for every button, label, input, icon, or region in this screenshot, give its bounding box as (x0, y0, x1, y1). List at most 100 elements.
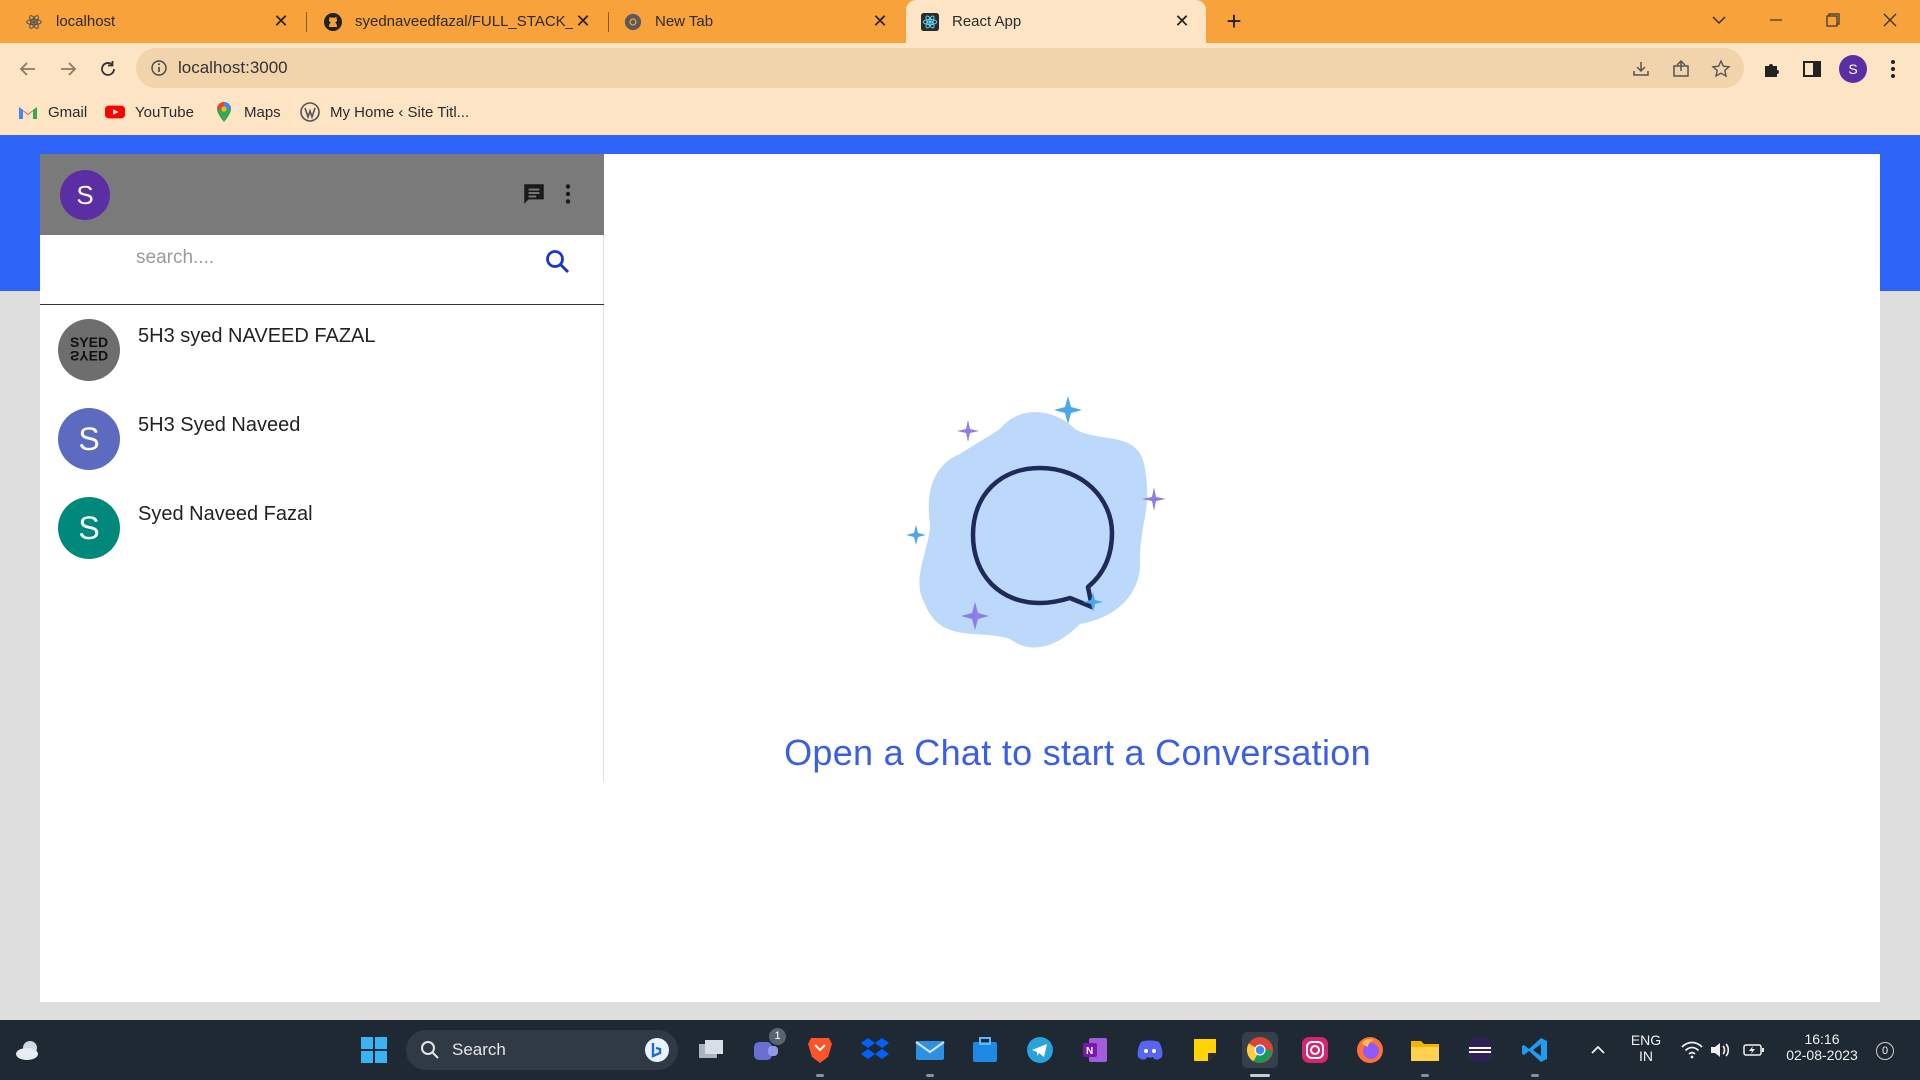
chat-list-item[interactable]: S Syed Naveed Fazal (40, 483, 604, 571)
extensions-puzzle-icon[interactable] (1760, 57, 1784, 81)
running-indicator (926, 1074, 934, 1077)
back-button[interactable] (12, 53, 44, 85)
sidebar-header: S (40, 154, 604, 235)
new-chat-icon[interactable] (520, 180, 548, 208)
bing-icon[interactable] (644, 1037, 670, 1068)
telegram-icon[interactable] (1022, 1032, 1058, 1068)
sticky-notes-icon[interactable] (1187, 1032, 1223, 1068)
gmail-icon (18, 102, 38, 122)
search-icon[interactable] (544, 248, 572, 276)
search-input[interactable] (136, 241, 536, 275)
bookmark-youtube[interactable]: YouTube (105, 95, 194, 129)
tab-title: syednaveedfazal/FULL_STACK_CH (355, 13, 573, 30)
forward-button[interactable] (52, 53, 84, 85)
more-options-icon[interactable] (554, 180, 582, 208)
tab-localhost[interactable]: localhost ✕ (0, 0, 305, 43)
browser-menu-icon[interactable] (1881, 57, 1905, 81)
battery-icon[interactable] (1736, 1032, 1772, 1068)
windows-taskbar: Search 1 N ENG IN 16:16 02-08-2023 0 (0, 1020, 1920, 1080)
site-info-icon[interactable] (150, 59, 168, 82)
address-bar[interactable]: localhost:3000 (136, 48, 1744, 88)
minimize-button[interactable] (1751, 0, 1801, 40)
reload-button[interactable] (92, 53, 124, 85)
chat-bubble-illustration (906, 396, 1166, 648)
tab-react-app[interactable]: React App ✕ (906, 0, 1206, 43)
tab-github[interactable]: syednaveedfazal/FULL_STACK_CH ✕ (307, 0, 607, 43)
taskbar-search[interactable]: Search (406, 1030, 678, 1070)
show-hidden-icons-chevron-icon[interactable] (1580, 1032, 1616, 1068)
language-text: ENG (1630, 1032, 1662, 1048)
clock[interactable]: 16:16 02-08-2023 (1780, 1031, 1864, 1063)
install-icon[interactable] (1631, 59, 1651, 79)
svg-text:N: N (1086, 1046, 1093, 1057)
user-avatar[interactable]: S (60, 170, 110, 220)
contact-avatar: S (58, 497, 120, 559)
weather-widget-icon[interactable] (10, 1032, 46, 1068)
sidebar: S SYED SYED 5H3 syed NAVEED (40, 154, 604, 782)
brave-icon[interactable] (802, 1032, 838, 1068)
tab-close-icon[interactable]: ✕ (1172, 11, 1192, 32)
contact-avatar: SYED SYED (58, 319, 120, 381)
windows-start-icon[interactable] (356, 1032, 392, 1068)
onenote-icon[interactable]: N (1077, 1032, 1113, 1068)
eclipse-icon[interactable] (1462, 1032, 1498, 1068)
active-indicator (1250, 1074, 1270, 1077)
bookmark-gmail[interactable]: Gmail (18, 95, 87, 129)
chrome-icon (623, 12, 643, 32)
volume-icon[interactable] (1702, 1032, 1738, 1068)
chat-app: S SYED SYED 5H3 syed NAVEED (40, 154, 1880, 1002)
notification-center-badge[interactable]: 0 (1876, 1042, 1894, 1060)
address-text: localhost:3000 (178, 58, 288, 77)
react-icon (920, 12, 940, 32)
chat-list-item[interactable]: SYED SYED 5H3 syed NAVEED FAZAL (40, 305, 604, 393)
contact-name: 5H3 syed NAVEED FAZAL (138, 325, 376, 347)
bookmark-label: My Home ‹ Site Titl... (330, 103, 470, 121)
side-panel-icon[interactable] (1800, 57, 1824, 81)
bookmark-star-icon[interactable] (1711, 59, 1731, 79)
tab-new-tab[interactable]: New Tab ✕ (609, 0, 904, 43)
browser-toolbar: localhost:3000 S (0, 43, 1920, 95)
share-icon[interactable] (1671, 59, 1691, 79)
time-text: 16:16 (1804, 1031, 1840, 1047)
close-window-button[interactable] (1865, 0, 1915, 40)
bookmark-label: YouTube (135, 103, 194, 121)
bookmark-label: Gmail (48, 103, 88, 121)
avatar-text: SYED (69, 334, 109, 350)
language-indicator[interactable]: ENG IN (1628, 1032, 1664, 1064)
react-icon (24, 12, 44, 32)
tab-close-icon[interactable]: ✕ (271, 11, 291, 32)
search-icon (420, 1040, 440, 1065)
file-explorer-icon[interactable] (1407, 1032, 1443, 1068)
wordpress-icon (300, 102, 320, 122)
teams-badge: 1 (769, 1028, 786, 1045)
instagram-icon[interactable] (1297, 1032, 1333, 1068)
taskbar-search-label: Search (452, 1040, 506, 1059)
date-text: 02-08-2023 (1786, 1047, 1858, 1063)
empty-state-message: Open a Chat to start a Conversation (784, 732, 1371, 773)
bookmark-maps[interactable]: Maps (214, 95, 281, 129)
microsoft-store-icon[interactable] (967, 1032, 1003, 1068)
chat-list-item[interactable]: S 5H3 Syed Naveed (40, 394, 604, 482)
contact-avatar: S (58, 408, 120, 470)
tab-close-icon[interactable]: ✕ (870, 11, 890, 32)
tab-close-icon[interactable]: ✕ (573, 11, 593, 32)
profile-avatar[interactable]: S (1839, 55, 1867, 83)
bookmark-label: Maps (244, 103, 281, 121)
discord-icon[interactable] (1132, 1032, 1168, 1068)
tab-title: React App (952, 13, 1022, 30)
new-tab-button[interactable]: + (1219, 6, 1249, 36)
running-indicator (1531, 1074, 1539, 1077)
contact-name: Syed Naveed Fazal (138, 503, 313, 525)
teams-icon[interactable]: 1 (748, 1028, 786, 1068)
dropbox-icon[interactable] (857, 1032, 893, 1068)
restore-button[interactable] (1808, 0, 1858, 40)
chrome-taskbar-icon[interactable] (1242, 1032, 1278, 1068)
firefox-icon[interactable] (1352, 1032, 1388, 1068)
region-text: IN (1639, 1048, 1653, 1064)
github-icon (323, 12, 343, 32)
tab-search-chevron-icon[interactable] (1694, 0, 1744, 40)
bookmark-my-home[interactable]: My Home ‹ Site Titl... (300, 95, 469, 129)
task-view-icon[interactable] (693, 1032, 729, 1068)
vscode-icon[interactable] (1517, 1032, 1553, 1068)
mail-icon[interactable] (912, 1032, 948, 1068)
